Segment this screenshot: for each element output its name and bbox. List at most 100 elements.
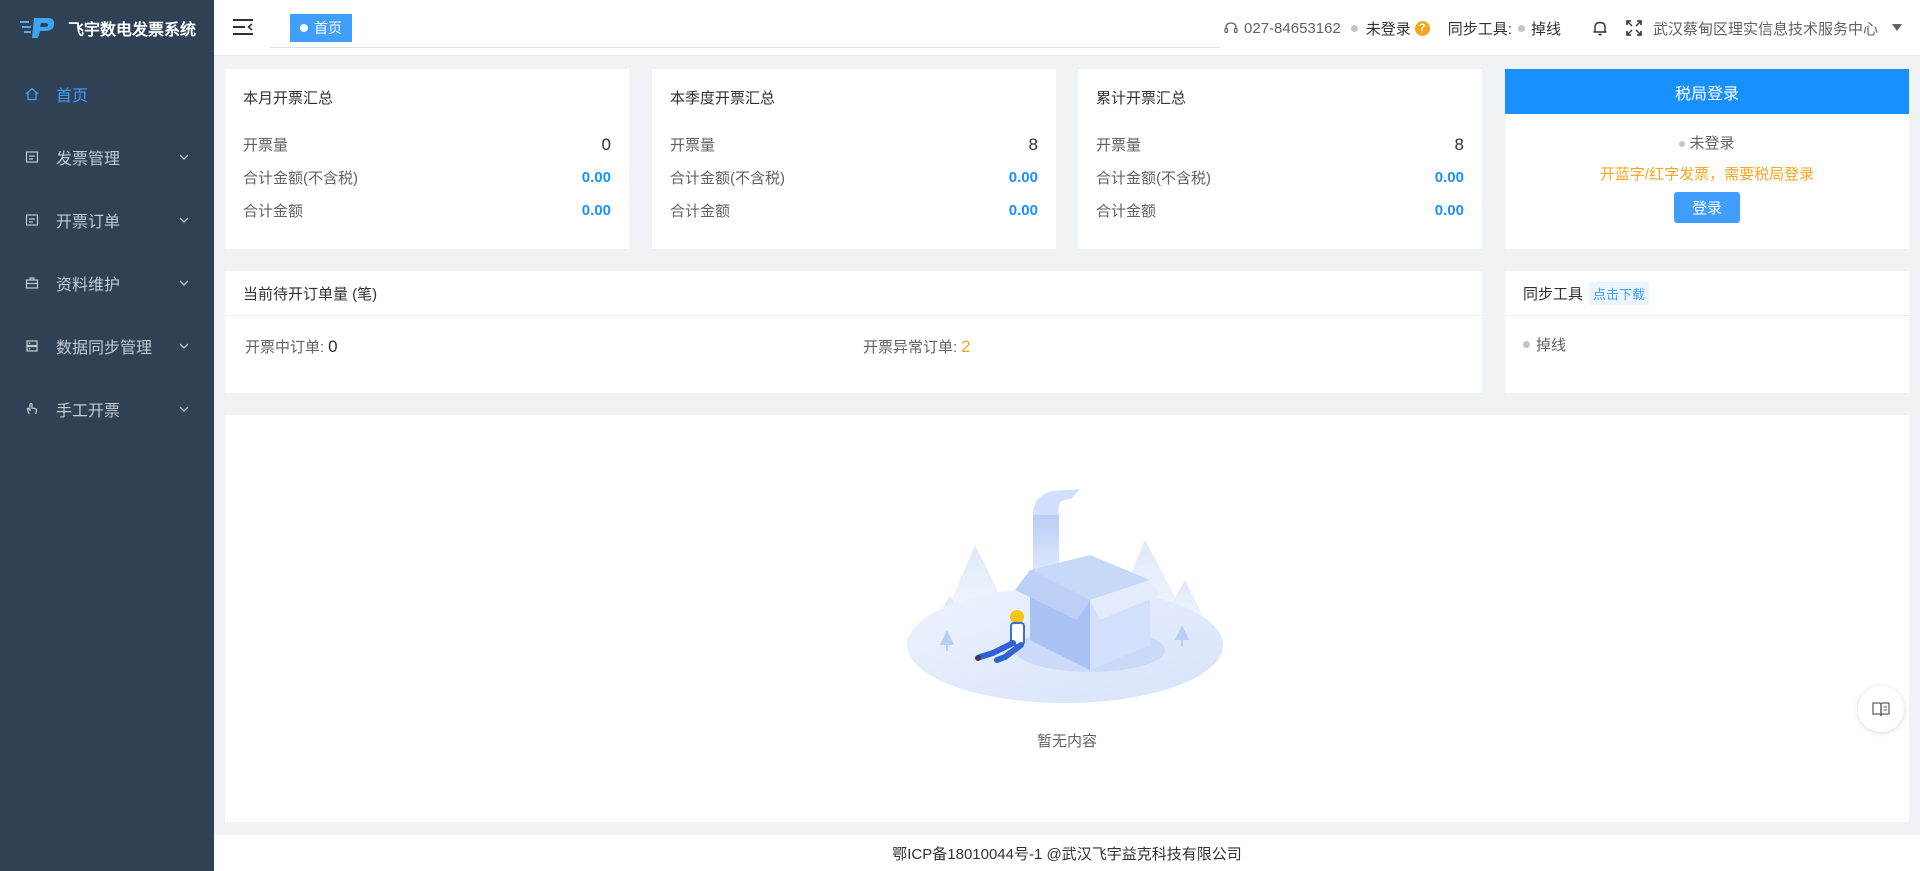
invoice-count: 0 bbox=[601, 134, 611, 154]
empty-illustration bbox=[907, 489, 1223, 703]
summary-card-month: 本月开票汇总 开票量 0 合计金额(不含税) 0.00 合计金额 0.00 bbox=[225, 69, 629, 249]
summary-card-quarter: 本季度开票汇总 开票量 8 合计金额(不含税) 0.00 合计金额 0.00 bbox=[652, 69, 1056, 249]
chevron-down-icon bbox=[179, 154, 189, 160]
organization-name[interactable]: 武汉蔡甸区理实信息技术服务中心 bbox=[1653, 18, 1878, 39]
amount-total: 0.00 bbox=[1434, 202, 1464, 219]
invoice-count: 8 bbox=[1454, 134, 1464, 154]
card-title: 当前待开订单量 (笔) bbox=[225, 271, 1482, 316]
pending-orders-card: 当前待开订单量 (笔) 开票中订单: 0 开票异常订单: 2 bbox=[225, 271, 1482, 393]
order-icon bbox=[24, 212, 40, 228]
status-dot bbox=[1523, 341, 1530, 348]
help-icon[interactable]: ? bbox=[1414, 20, 1430, 36]
tab-home[interactable]: 首页 bbox=[290, 14, 352, 42]
login-button[interactable]: 登录 bbox=[1674, 192, 1740, 223]
row-label: 合计金额 bbox=[1096, 203, 1157, 220]
hamburger-menu-icon[interactable] bbox=[232, 17, 254, 37]
active-tab-dot bbox=[300, 24, 308, 32]
amount-ex-tax: 0.00 bbox=[581, 169, 611, 186]
sync-tool-header: 同步工具 点击下载 bbox=[1505, 271, 1909, 316]
orders-in-progress[interactable]: 开票中订单: 0 bbox=[245, 336, 338, 357]
tax-login-status-text: 未登录 bbox=[1689, 135, 1735, 152]
stat-label: 开票异常订单: bbox=[863, 339, 958, 356]
row-label: 合计金额(不含税) bbox=[1096, 170, 1211, 187]
invoice-icon bbox=[24, 149, 40, 165]
footer-text: 鄂ICP备18010044号-1 @武汉飞宇益克科技有限公司 bbox=[892, 845, 1242, 863]
sidebar-item-label: 开票订单 bbox=[56, 213, 121, 231]
tax-login-status: 未登录 bbox=[1505, 132, 1909, 153]
top-navbar: 首页 027-84653162 未登录 ? 同步工具: 掉线 武汉蔡甸区理实信息… bbox=[214, 0, 1920, 56]
tax-login-header[interactable]: 税局登录 bbox=[1505, 69, 1909, 114]
sidebar-item-invoice-management[interactable]: 发票管理 bbox=[0, 125, 214, 188]
empty-content-card: 暂无内容 bbox=[225, 415, 1909, 822]
stat-label: 开票中订单: bbox=[245, 339, 325, 356]
login-status: 未登录 bbox=[1365, 20, 1411, 38]
download-link[interactable]: 点击下载 bbox=[1589, 281, 1650, 305]
sidebar-menu: 首页 发票管理 开票订单 资料维护 数据同步管理 手工开票 bbox=[0, 62, 214, 440]
phone-number: 027-84653162 bbox=[1244, 19, 1341, 37]
card-title: 本月开票汇总 bbox=[243, 90, 334, 107]
sync-tool-status-row: 掉线 bbox=[1505, 316, 1909, 373]
stat-value: 0 bbox=[328, 336, 338, 356]
sidebar-item-invoice-orders[interactable]: 开票订单 bbox=[0, 188, 214, 251]
database-icon bbox=[24, 338, 40, 354]
row-label: 开票量 bbox=[1096, 137, 1142, 154]
briefcase-icon bbox=[24, 275, 40, 291]
home-icon bbox=[24, 86, 40, 102]
header-right: 027-84653162 未登录 ? 同步工具: 掉线 武汉蔡甸区理实信息技术服… bbox=[1223, 0, 1920, 56]
manual-floating-button[interactable] bbox=[1858, 686, 1904, 732]
caret-down-icon[interactable] bbox=[1892, 24, 1902, 32]
fullscreen-icon[interactable] bbox=[1625, 19, 1643, 37]
invoice-count: 8 bbox=[1028, 134, 1038, 154]
amount-ex-tax-row: 合计金额(不含税) 0.00 bbox=[670, 161, 1038, 194]
sidebar-item-label: 手工开票 bbox=[56, 402, 121, 420]
invoice-count-row: 开票量 8 bbox=[670, 128, 1038, 161]
sidebar-item-manual-invoice[interactable]: 手工开票 bbox=[0, 377, 214, 440]
row-label: 开票量 bbox=[243, 137, 289, 154]
sync-tool-status: 掉线 bbox=[1530, 20, 1561, 38]
sidebar-item-home[interactable]: 首页 bbox=[0, 62, 214, 125]
tax-login-warning: 开蓝字/红字发票，需要税局登录 bbox=[1599, 166, 1815, 183]
amount-ex-tax: 0.00 bbox=[1008, 169, 1038, 186]
chevron-down-icon bbox=[179, 280, 189, 286]
chevron-down-icon bbox=[179, 217, 189, 223]
row-label: 合计金额 bbox=[243, 203, 304, 220]
sync-tool-status: 掉线 bbox=[1536, 337, 1567, 354]
sync-tool-card: 同步工具 点击下载 掉线 bbox=[1505, 271, 1909, 393]
sidebar-item-data-sync[interactable]: 数据同步管理 bbox=[0, 314, 214, 377]
sidebar-item-label: 首页 bbox=[56, 87, 89, 105]
footer: 鄂ICP备18010044号-1 @武汉飞宇益克科技有限公司 bbox=[214, 835, 1920, 871]
sync-tool-label: 同步工具: bbox=[1447, 20, 1512, 38]
status-dot bbox=[1679, 141, 1686, 147]
brand[interactable]: 飞宇数电发票系统 bbox=[0, 0, 214, 56]
invoice-count-row: 开票量 8 bbox=[1096, 128, 1464, 161]
amount-total: 0.00 bbox=[581, 202, 611, 219]
tab-label: 首页 bbox=[314, 20, 342, 36]
book-icon bbox=[1872, 702, 1890, 717]
amount-ex-tax-row: 合计金额(不含税) 0.00 bbox=[243, 161, 611, 194]
amount-ex-tax-row: 合计金额(不含税) 0.00 bbox=[1096, 161, 1464, 194]
orders-error[interactable]: 开票异常订单: 2 bbox=[863, 336, 971, 357]
status-dot bbox=[1350, 24, 1358, 32]
bell-icon[interactable] bbox=[1591, 19, 1609, 37]
sidebar-item-data-maintenance[interactable]: 资料维护 bbox=[0, 251, 214, 314]
card-title: 同步工具 bbox=[1523, 285, 1584, 303]
sidebar-item-label: 数据同步管理 bbox=[56, 339, 153, 357]
tags-view: 首页 bbox=[270, 14, 1220, 48]
app-logo bbox=[20, 18, 55, 38]
orders-body: 开票中订单: 0 开票异常订单: 2 bbox=[225, 316, 1482, 392]
tax-login-card: 税局登录 未登录 开蓝字/红字发票，需要税局登录 登录 bbox=[1505, 69, 1909, 249]
sidebar-item-label: 资料维护 bbox=[56, 276, 121, 294]
row-label: 合计金额(不含税) bbox=[670, 170, 785, 187]
app-title: 飞宇数电发票系统 bbox=[68, 22, 197, 39]
amount-total-row: 合计金额 0.00 bbox=[243, 194, 611, 227]
amount-total-row: 合计金额 0.00 bbox=[670, 194, 1038, 227]
amount-ex-tax: 0.00 bbox=[1434, 169, 1464, 186]
amount-total-row: 合计金额 0.00 bbox=[1096, 194, 1464, 227]
card-title: 本季度开票汇总 bbox=[670, 90, 776, 107]
amount-total: 0.00 bbox=[1008, 202, 1038, 219]
hotline: 027-84653162 bbox=[1223, 20, 1341, 37]
sync-status-dot bbox=[1517, 24, 1525, 32]
chevron-down-icon bbox=[179, 406, 189, 412]
row-label: 合计金额(不含税) bbox=[243, 170, 358, 187]
empty-text: 暂无内容 bbox=[1036, 733, 1097, 750]
